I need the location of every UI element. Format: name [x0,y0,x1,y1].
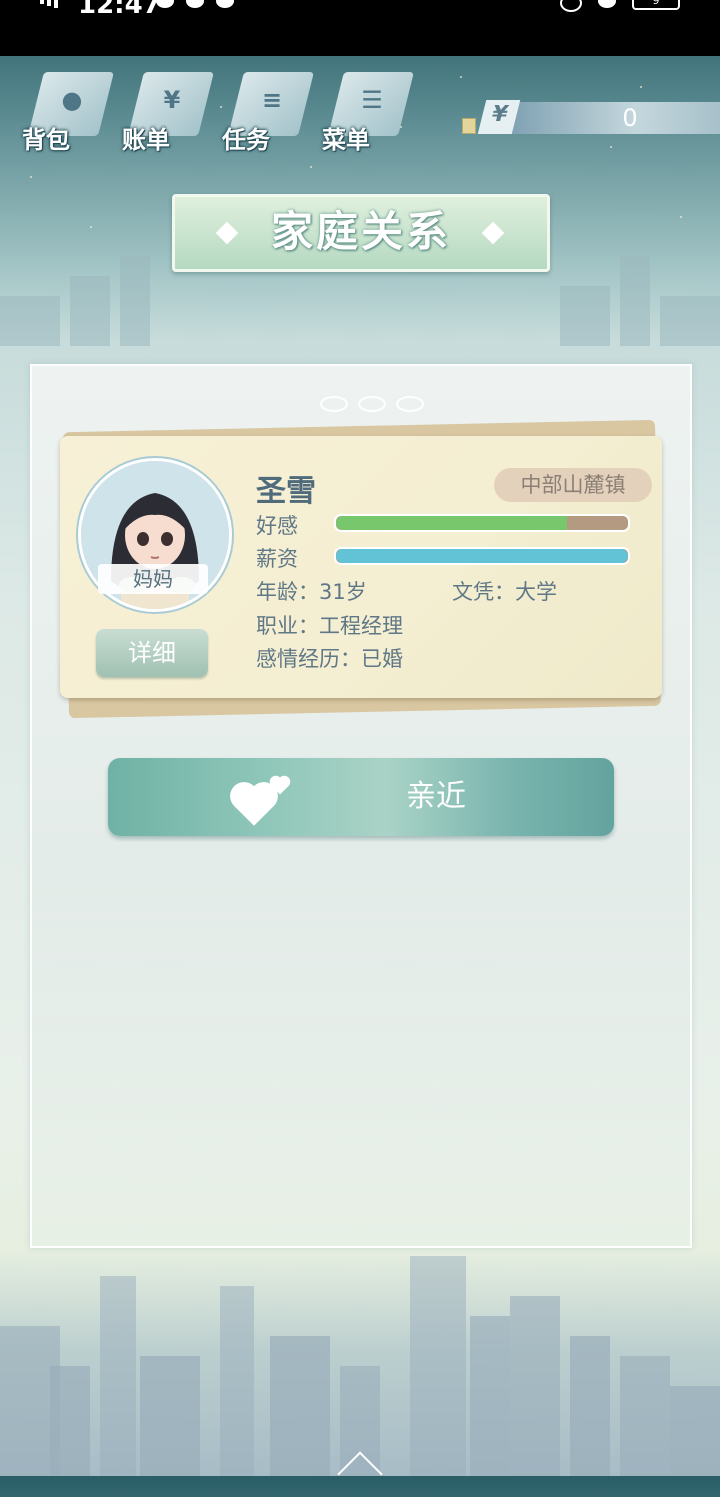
battery-icon: 9 [632,0,680,10]
signal-icon [40,0,70,8]
alarm-icon [560,0,582,12]
nav-bag-label: 背包 [22,126,70,154]
status-bar: 12:47 9 [0,0,720,56]
money-amount: 0 [622,104,638,132]
education-text: 文凭：大学 [452,580,557,604]
status-time: 12:47 [78,0,161,20]
nav-menu-label: 菜单 [322,126,370,154]
app-icon [186,0,204,8]
nav-menu-button[interactable]: ☰ 菜单 [320,64,414,160]
money-display: ¥ 0 [462,100,720,136]
coin-icon [462,118,476,134]
favor-bar-fill [336,516,567,530]
salary-bar [334,547,630,565]
salary-bar-fill [336,549,628,563]
relation-label: 妈妈 [98,564,208,594]
message-icon [216,0,234,8]
wifi-icon [598,0,616,8]
detail-button[interactable]: 详细 [96,629,208,677]
get-closer-label: 亲近 [406,779,466,814]
get-closer-button[interactable]: 亲近 [108,758,614,836]
member-name: 圣雪 [256,474,316,509]
nav-bill-label: 账单 [122,126,170,154]
page-title-banner: 家庭关系 [172,194,550,272]
member-card: 妈妈 详细 圣雪 中部山麓镇 好感 薪资 年龄：31岁 文凭：大学 职业：工程经… [60,436,662,698]
salary-label: 薪资 [256,547,298,571]
bill-icon: ¥ [163,86,181,114]
bag-icon: ● [61,86,83,114]
favor-bar [334,514,630,532]
ornament-icon [310,392,430,412]
favor-label: 好感 [256,514,298,538]
age-text: 年龄：31岁 [256,580,367,604]
task-icon: ≡ [261,86,283,114]
menu-icon: ☰ [361,86,383,114]
nav-bag-button[interactable]: ● 背包 [20,64,114,160]
location-badge: 中部山麓镇 [494,468,652,502]
city-skyline [0,1200,720,1476]
nav-task-button[interactable]: ≡ 任务 [220,64,314,160]
nav-bill-button[interactable]: ¥ 账单 [120,64,214,160]
relationship-text: 感情经历：已婚 [256,647,403,671]
nav-task-label: 任务 [222,126,270,154]
job-text: 职业：工程经理 [256,614,403,638]
